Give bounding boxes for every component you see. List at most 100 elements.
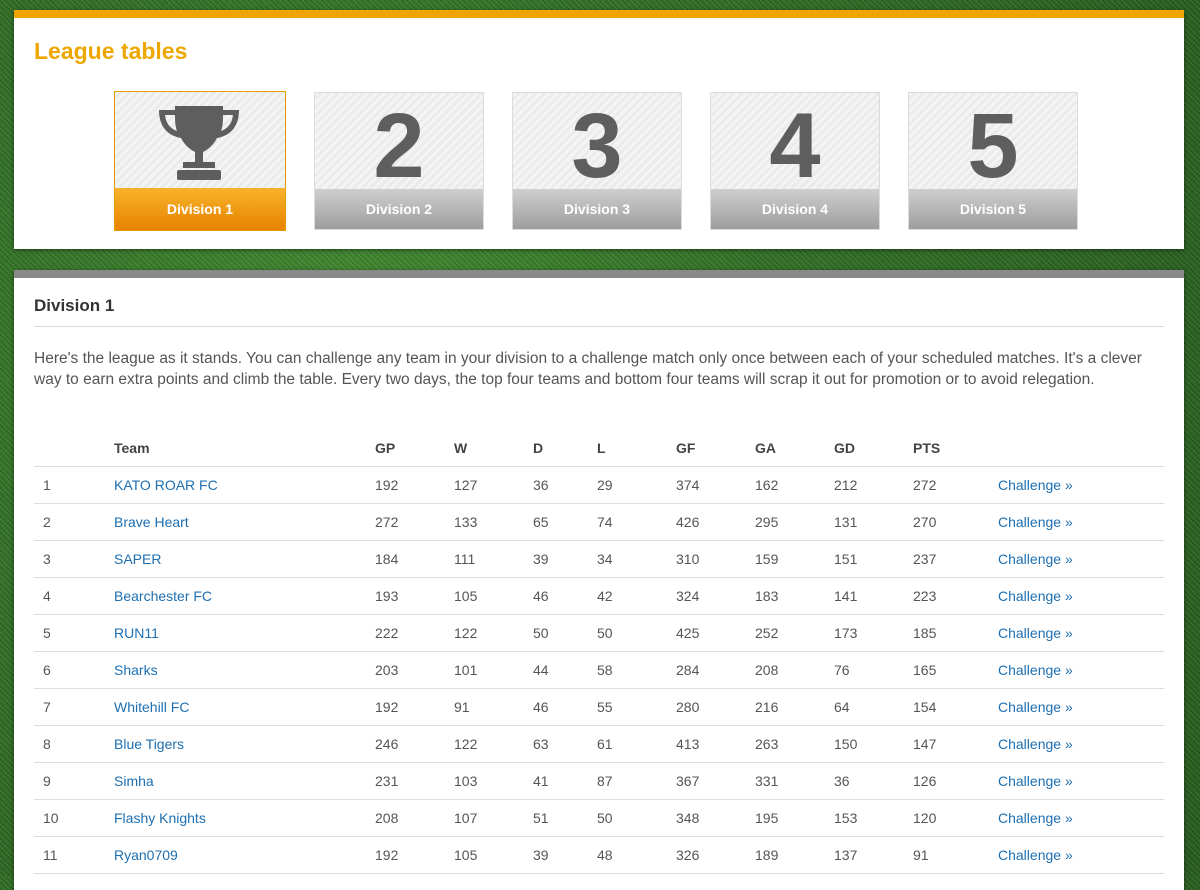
cell-pts: 165 [904, 651, 989, 689]
division-label: Division 2 [315, 189, 483, 229]
cell-gp: 192 [366, 688, 445, 726]
cell-ga: 216 [746, 688, 825, 726]
cell-w: 105 [445, 577, 524, 615]
cell-w: 107 [445, 799, 524, 837]
cell-pos: 2 [34, 503, 105, 541]
table-row: 2 Brave Heart 272 133 65 74 426 295 131 270 Challe… [34, 503, 1164, 541]
team-link[interactable]: Brave Heart [114, 514, 189, 530]
team-link[interactable]: Flashy Knights [114, 810, 206, 826]
cell-action: Challenge » [989, 725, 1164, 763]
table-body: 1 KATO ROAR FC 192 127 36 29 374 162 212 272 Chall… [34, 466, 1164, 874]
cell-gd: 150 [825, 725, 904, 763]
table-row: 4 Bearchester FC 193 105 46 42 324 183 141 223 Cha… [34, 577, 1164, 615]
team-link[interactable]: SAPER [114, 551, 161, 567]
division-tab-2[interactable]: 2 Division 2 [314, 92, 484, 230]
team-link[interactable]: Simha [114, 773, 154, 789]
cell-team: Simha [105, 762, 366, 800]
cell-action: Challenge » [989, 503, 1164, 541]
cell-team: Whitehill FC [105, 688, 366, 726]
division-tab-5[interactable]: 5 Division 5 [908, 92, 1078, 230]
challenge-link[interactable]: Challenge » [998, 588, 1073, 604]
cell-ga: 183 [746, 577, 825, 615]
division-tab-1[interactable]: Division 1 [114, 91, 286, 231]
division-label: Division 4 [711, 189, 879, 229]
header-w: W [445, 430, 524, 467]
cell-gp: 272 [366, 503, 445, 541]
cell-ga: 331 [746, 762, 825, 800]
table-row: 10 Flashy Knights 208 107 51 50 348 195 153 120 Ch… [34, 799, 1164, 837]
cell-gf: 367 [667, 762, 746, 800]
cell-gf: 374 [667, 466, 746, 504]
division-label: Division 1 [115, 188, 285, 230]
team-link[interactable]: Ryan0709 [114, 847, 178, 863]
trophy-icon [159, 106, 239, 180]
cell-action: Challenge » [989, 540, 1164, 578]
header-gd: GD [825, 430, 904, 467]
cell-gf: 425 [667, 614, 746, 652]
cell-gd: 137 [825, 836, 904, 874]
challenge-link[interactable]: Challenge » [998, 477, 1073, 493]
team-link[interactable]: Whitehill FC [114, 699, 189, 715]
cell-w: 91 [445, 688, 524, 726]
league-tables-panel: League tables Division 1 2 Division 2 3 … [14, 10, 1184, 249]
challenge-link[interactable]: Challenge » [998, 699, 1073, 715]
division-tab-4[interactable]: 4 Division 4 [710, 92, 880, 230]
cell-d: 46 [524, 577, 588, 615]
cell-team: Brave Heart [105, 503, 366, 541]
cell-gf: 324 [667, 577, 746, 615]
cell-w: 122 [445, 725, 524, 763]
cell-l: 61 [588, 725, 667, 763]
cell-action: Challenge » [989, 762, 1164, 800]
cell-gf: 280 [667, 688, 746, 726]
team-link[interactable]: Blue Tigers [114, 736, 184, 752]
cell-gd: 36 [825, 762, 904, 800]
cell-pos: 1 [34, 466, 105, 504]
division-tab-3[interactable]: 3 Division 3 [512, 92, 682, 230]
cell-l: 48 [588, 836, 667, 874]
table-row: 6 Sharks 203 101 44 58 284 208 76 165 Challenge » [34, 651, 1164, 689]
cell-l: 50 [588, 614, 667, 652]
cell-pos: 8 [34, 725, 105, 763]
challenge-link[interactable]: Challenge » [998, 773, 1073, 789]
team-link[interactable]: RUN11 [114, 625, 159, 641]
cell-pts: 126 [904, 762, 989, 800]
team-link[interactable]: Sharks [114, 662, 158, 678]
cell-d: 63 [524, 725, 588, 763]
challenge-link[interactable]: Challenge » [998, 662, 1073, 678]
team-link[interactable]: KATO ROAR FC [114, 477, 218, 493]
cell-l: 87 [588, 762, 667, 800]
header-position [34, 430, 105, 467]
challenge-link[interactable]: Challenge » [998, 810, 1073, 826]
cell-team: Blue Tigers [105, 725, 366, 763]
cell-gd: 141 [825, 577, 904, 615]
cell-d: 44 [524, 651, 588, 689]
division-number: 5 [967, 95, 1019, 197]
challenge-link[interactable]: Challenge » [998, 625, 1073, 641]
cell-l: 58 [588, 651, 667, 689]
cell-w: 122 [445, 614, 524, 652]
cell-d: 46 [524, 688, 588, 726]
challenge-link[interactable]: Challenge » [998, 514, 1073, 530]
cell-gf: 326 [667, 836, 746, 874]
cell-gp: 203 [366, 651, 445, 689]
header-gf: GF [667, 430, 746, 467]
challenge-link[interactable]: Challenge » [998, 736, 1073, 752]
team-link[interactable]: Bearchester FC [114, 588, 212, 604]
challenge-link[interactable]: Challenge » [998, 847, 1073, 863]
division-number: 2 [373, 95, 425, 197]
cell-gd: 76 [825, 651, 904, 689]
cell-team: Sharks [105, 651, 366, 689]
table-row: 9 Simha 231 103 41 87 367 331 36 126 Challenge » [34, 762, 1164, 800]
cell-pos: 7 [34, 688, 105, 726]
challenge-link[interactable]: Challenge » [998, 551, 1073, 567]
cell-w: 133 [445, 503, 524, 541]
cell-gd: 64 [825, 688, 904, 726]
section-title: Division 1 [34, 296, 115, 315]
table-row: 8 Blue Tigers 246 122 63 61 413 263 150 147 Challe… [34, 725, 1164, 763]
cell-action: Challenge » [989, 466, 1164, 504]
divider [34, 326, 1164, 327]
cell-gd: 153 [825, 799, 904, 837]
cell-ga: 208 [746, 651, 825, 689]
cell-ga: 295 [746, 503, 825, 541]
page-title: League tables [34, 38, 188, 64]
